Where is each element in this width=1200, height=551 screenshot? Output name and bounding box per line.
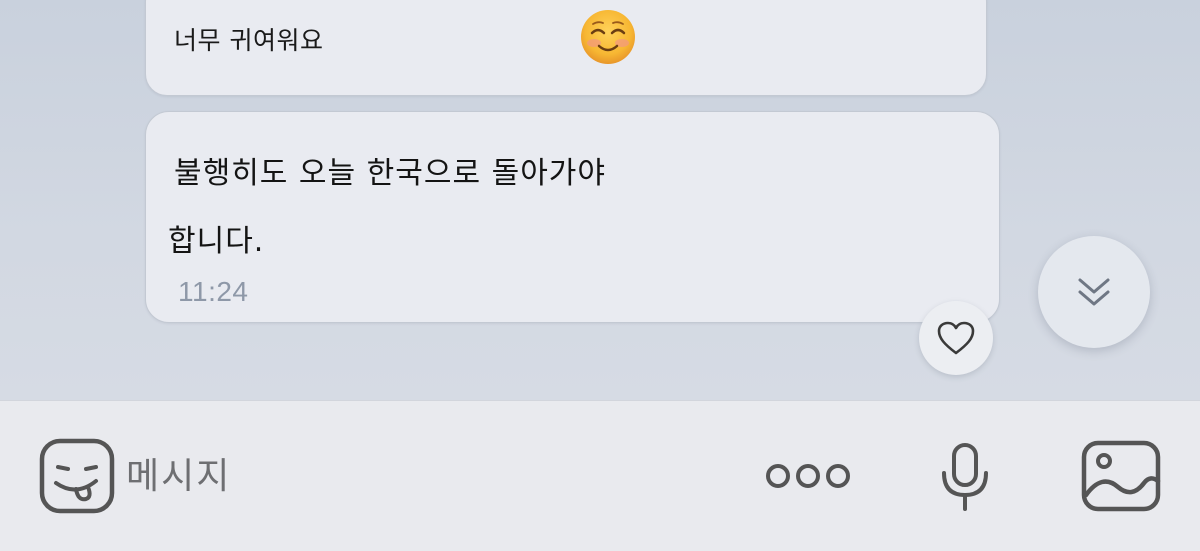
message-input[interactable]: 메시지 (126, 447, 231, 499)
double-chevron-down-icon (1078, 278, 1110, 306)
message-composer: 메시지 (0, 400, 1200, 551)
more-icon[interactable] (764, 459, 852, 493)
message-text-line: 불행히도 오늘 한국으로 돌아가야 (174, 156, 607, 191)
react-heart-button[interactable] (919, 301, 993, 375)
mic-icon[interactable] (938, 441, 992, 513)
sticker-icon[interactable] (38, 437, 116, 515)
message-bubble[interactable]: 너무 귀여워요 (145, 0, 987, 96)
message-timestamp: 11:24 (178, 276, 249, 307)
heart-icon (937, 321, 975, 355)
smiling-face-emoji (581, 10, 635, 64)
message-text-line: 합니다. (168, 224, 265, 259)
gallery-icon[interactable] (1080, 439, 1162, 513)
chat-area: 너무 귀여워요 불행히도 오늘 한국으로 돌아가야 합니다. 11:24 (0, 0, 1200, 400)
message-text: 너무 귀여워요 (174, 26, 324, 55)
message-bubble[interactable]: 불행히도 오늘 한국으로 돌아가야 합니다. 11:24 (145, 111, 1000, 323)
scroll-to-bottom-button[interactable] (1038, 236, 1150, 348)
